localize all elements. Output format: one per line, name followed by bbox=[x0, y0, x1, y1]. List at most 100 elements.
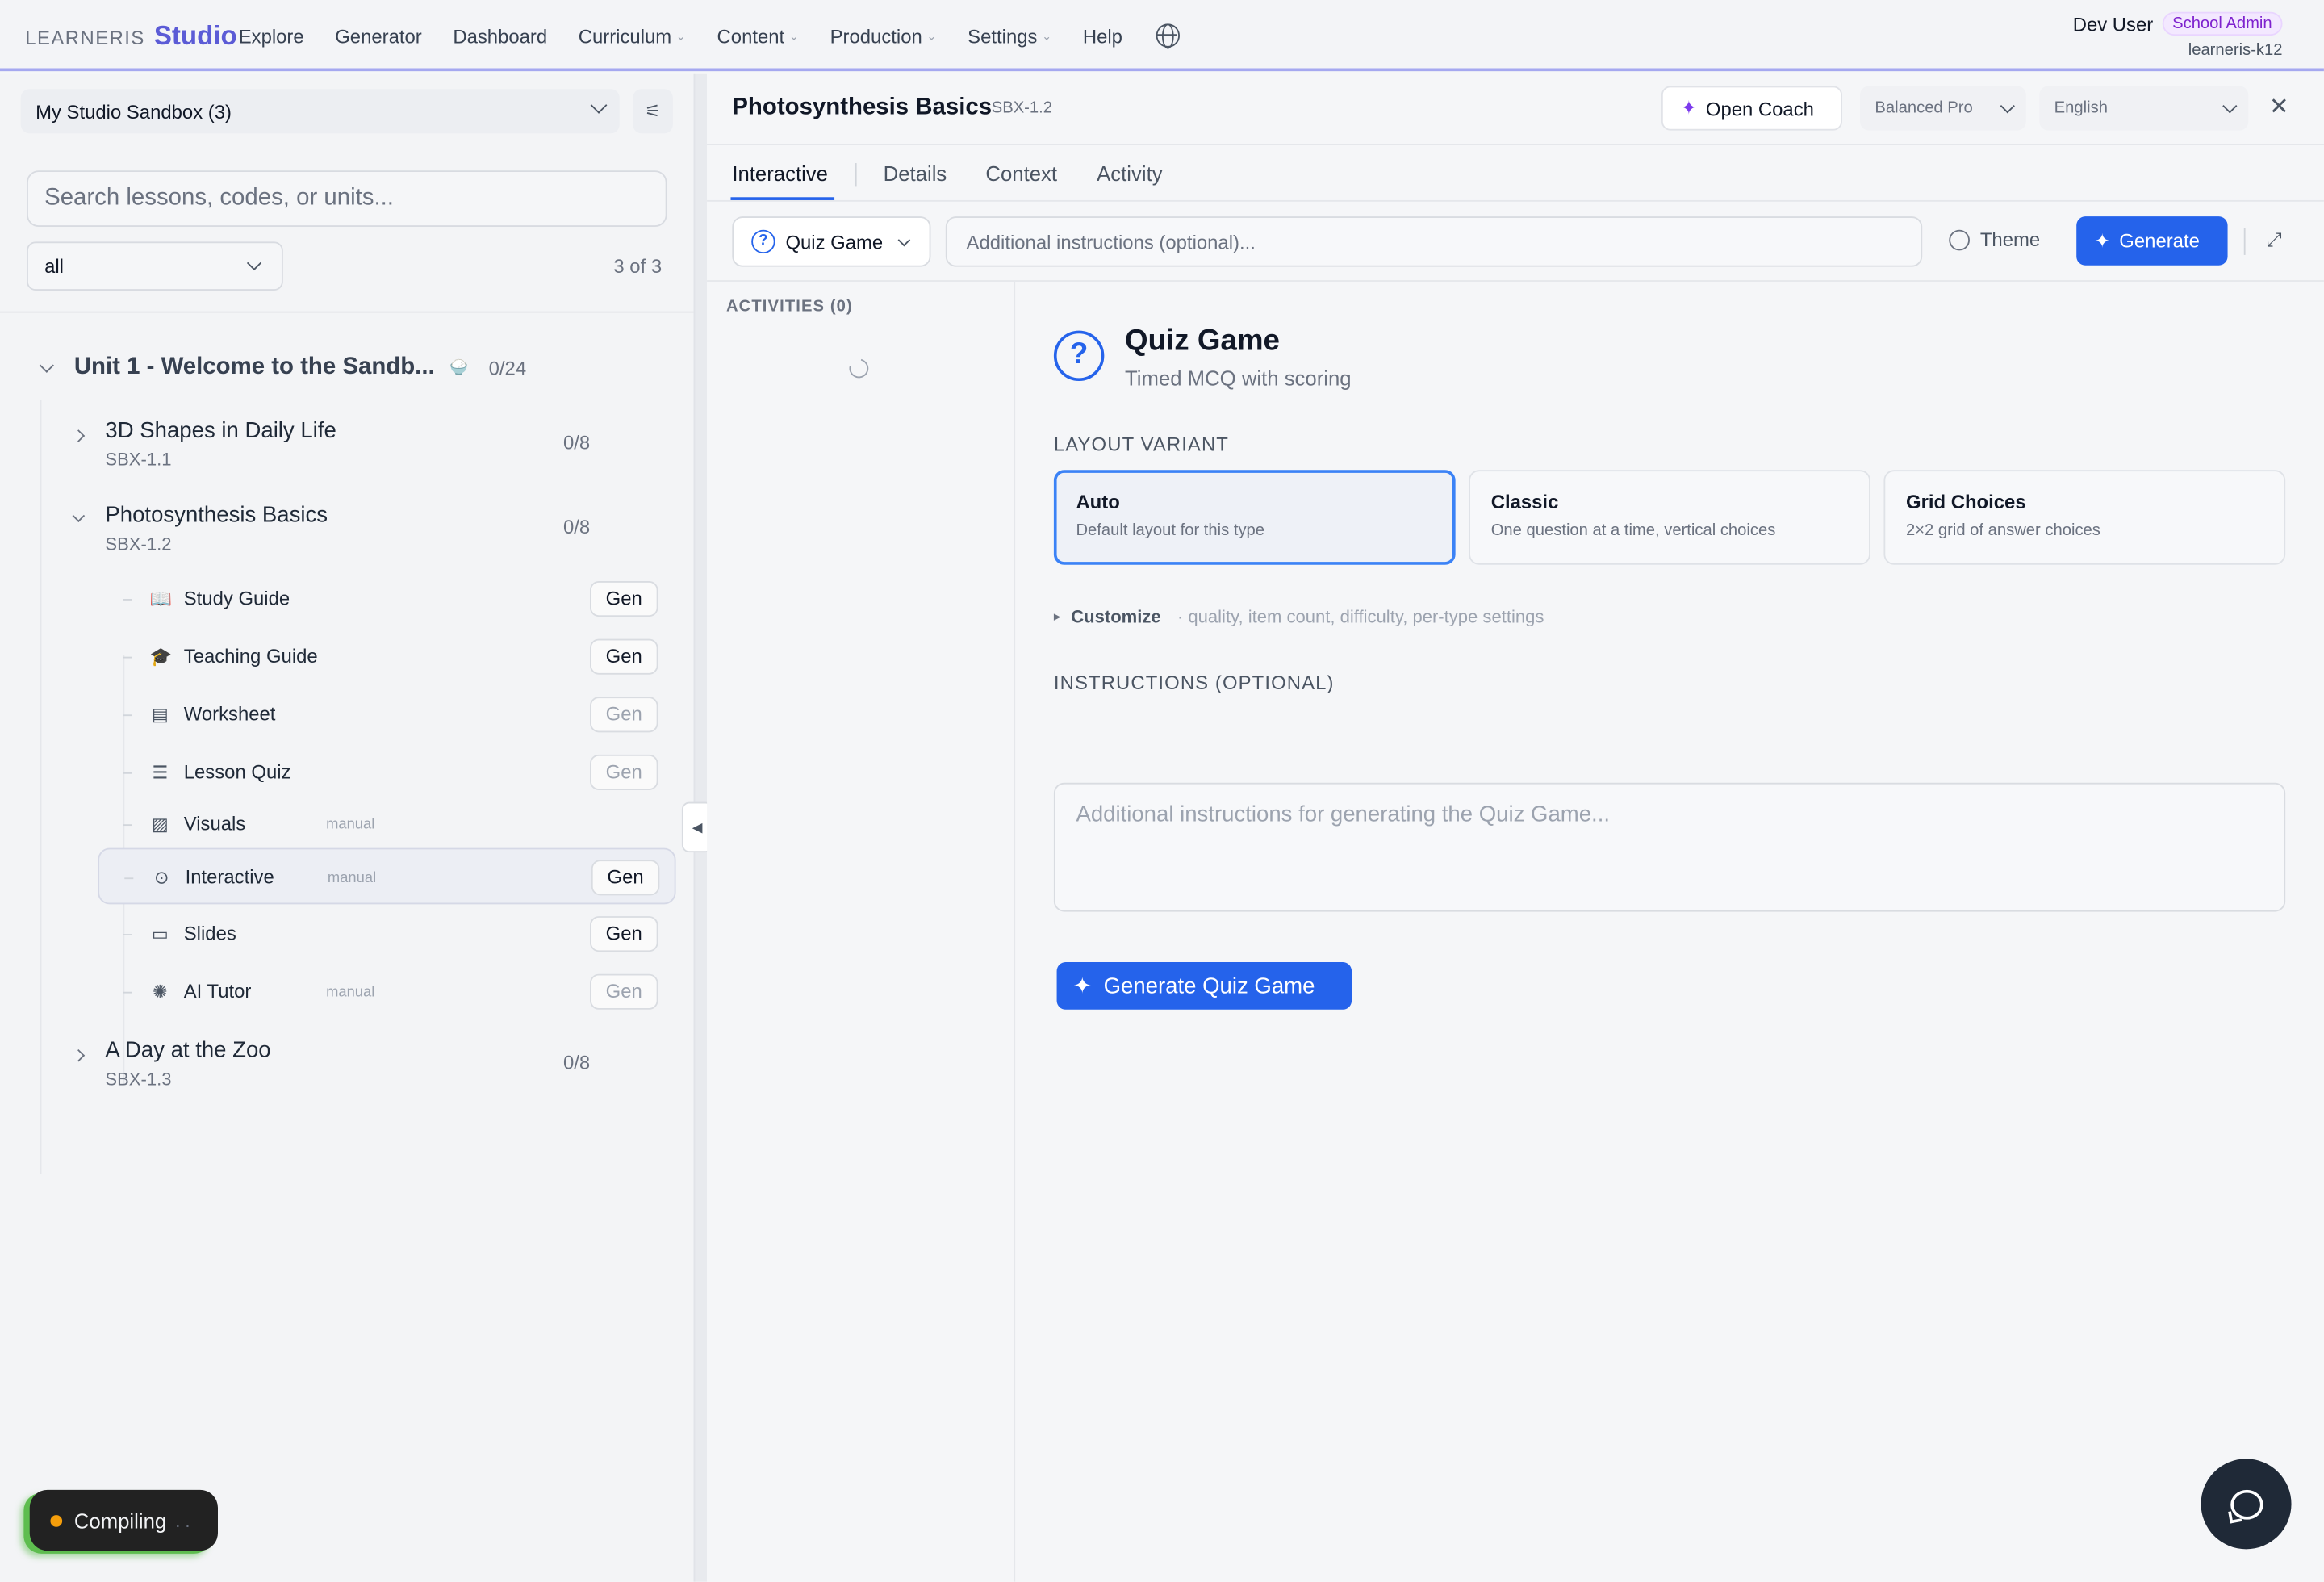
language-select[interactable]: English bbox=[2039, 86, 2249, 131]
open-coach-button[interactable]: ✦ Open Coach bbox=[1661, 86, 1843, 131]
generate-quiz-game-button[interactable]: ✦ Generate Quiz Game bbox=[1056, 962, 1352, 1010]
detail-header: Photosynthesis Basics SBX-1.2 ✦ Open Coa… bbox=[707, 74, 2324, 145]
language-value: English bbox=[2054, 99, 2108, 118]
variant-title: Classic bbox=[1490, 490, 1559, 513]
graduation-cap-icon: 🎓 bbox=[149, 646, 172, 668]
gen-button[interactable]: Gen bbox=[590, 580, 658, 617]
variant-description: 2×2 grid of answer choices bbox=[1905, 521, 2100, 540]
model-select[interactable]: Balanced Pro bbox=[1860, 86, 2026, 131]
lesson-code: SBX-1.2 bbox=[105, 534, 172, 555]
lesson-detail-panel: Photosynthesis Basics SBX-1.2 ✦ Open Coa… bbox=[707, 73, 2324, 1582]
chevron-right-icon[interactable] bbox=[72, 429, 86, 442]
brand-logo[interactable]: LEARNERIS Studio bbox=[25, 21, 236, 52]
tab-interactive[interactable]: Interactive bbox=[732, 161, 828, 185]
tab-details[interactable]: Details bbox=[884, 161, 947, 185]
layout-variant-label: LAYOUT VARIANT bbox=[1053, 433, 1229, 455]
content-item-slides[interactable]: ▭ Slides Gen bbox=[98, 906, 675, 962]
role-badge: School Admin bbox=[2162, 11, 2283, 36]
content-item-visuals[interactable]: ▨ Visuals manual bbox=[98, 796, 675, 852]
content-item-ai-tutor[interactable]: ✺ AI Tutor manual Gen bbox=[98, 964, 675, 1020]
chat-bubble-icon bbox=[2230, 1488, 2263, 1519]
chat-button[interactable] bbox=[2201, 1459, 2292, 1550]
top-nav-bar: LEARNERIS Studio Explore Generator Dashb… bbox=[0, 0, 2324, 72]
lesson-progress: 0/8 bbox=[562, 516, 591, 538]
search-input[interactable] bbox=[27, 170, 667, 228]
variant-grid-choices[interactable]: Grid Choices 2×2 grid of answer choices bbox=[1883, 470, 2286, 565]
theme-label: Theme bbox=[1979, 228, 2041, 251]
nav-production-label: Production bbox=[830, 24, 922, 47]
loading-spinner-icon bbox=[846, 355, 872, 382]
compiling-status[interactable]: Compiling . . bbox=[29, 1489, 218, 1551]
unit-title: Unit 1 - Welcome to the Sandb... bbox=[73, 354, 435, 380]
chevron-down-icon: ⌄ bbox=[788, 28, 800, 43]
nav-help[interactable]: Help bbox=[1083, 24, 1122, 47]
gen-button[interactable]: Gen bbox=[590, 754, 658, 790]
content-item-study-guide[interactable]: 📖 Study Guide Gen bbox=[98, 571, 675, 627]
variant-auto[interactable]: Auto Default layout for this type bbox=[1053, 470, 1456, 565]
manual-tag: manual bbox=[326, 984, 375, 1001]
nav-generator[interactable]: Generator bbox=[335, 24, 422, 47]
question-circle-icon: ? bbox=[751, 229, 775, 254]
customize-toggle[interactable]: ▶ Customize · quality, item count, diffi… bbox=[1054, 606, 1544, 627]
chevron-down-icon: ⌄ bbox=[675, 28, 686, 43]
content-item-label: Interactive bbox=[185, 865, 274, 889]
chevron-down-icon[interactable] bbox=[72, 509, 86, 522]
chevron-down-icon bbox=[590, 97, 608, 114]
variant-description: One question at a time, vertical choices bbox=[1490, 521, 1776, 540]
filter-settings-button[interactable]: ⚟ bbox=[633, 89, 673, 134]
content-item-label: Worksheet bbox=[183, 702, 276, 726]
lesson-code: SBX-1.1 bbox=[105, 449, 172, 471]
nav-settings[interactable]: Settings ⌄ bbox=[968, 24, 1051, 47]
gen-button[interactable]: Gen bbox=[590, 973, 658, 1010]
brain-icon: ✺ bbox=[153, 981, 168, 1002]
chevron-right-icon[interactable] bbox=[72, 1048, 86, 1062]
chevron-down-icon: ⌄ bbox=[926, 28, 937, 43]
additional-instructions-input[interactable] bbox=[945, 216, 1923, 267]
generate-button[interactable]: ✦ Generate bbox=[2076, 216, 2228, 266]
sparkles-icon: ✦ bbox=[2094, 228, 2111, 252]
lesson-title: Photosynthesis Basics bbox=[105, 502, 328, 528]
chevron-down-icon[interactable] bbox=[39, 357, 54, 372]
nav-explore[interactable]: Explore bbox=[239, 24, 304, 47]
gen-button[interactable]: Gen bbox=[591, 860, 660, 896]
nav-content[interactable]: Content ⌄ bbox=[717, 24, 799, 47]
manual-tag: manual bbox=[327, 870, 377, 887]
lesson-title: 3D Shapes in Daily Life bbox=[105, 417, 336, 444]
status-filter-select[interactable]: all bbox=[27, 241, 283, 291]
sandbox-select-label: My Studio Sandbox (3) bbox=[36, 99, 232, 123]
gen-button[interactable]: Gen bbox=[590, 697, 658, 733]
gen-button[interactable]: Gen bbox=[590, 638, 658, 675]
variant-classic[interactable]: Classic One question at a time, vertical… bbox=[1469, 470, 1870, 565]
expand-icon[interactable]: ⤢ bbox=[2266, 228, 2281, 252]
image-icon: ▨ bbox=[151, 814, 169, 835]
content-item-interactive[interactable]: ⊙ Interactive manual Gen bbox=[98, 848, 676, 905]
filter-value: all bbox=[44, 254, 65, 278]
activity-title: Quiz Game bbox=[1125, 324, 1280, 358]
lesson-title: Photosynthesis Basics bbox=[732, 94, 993, 120]
close-icon[interactable]: ✕ bbox=[2269, 92, 2289, 122]
user-menu[interactable]: Dev User School Admin learneris-k12 bbox=[2073, 11, 2283, 59]
lesson-title: A Day at the Zoo bbox=[105, 1037, 271, 1063]
play-circle-icon: ⊙ bbox=[153, 867, 169, 889]
nav-curriculum[interactable]: Curriculum ⌄ bbox=[579, 24, 686, 47]
nav-production[interactable]: Production ⌄ bbox=[830, 24, 937, 47]
lesson-code: SBX-1.2 bbox=[991, 99, 1052, 118]
gen-button[interactable]: Gen bbox=[590, 916, 658, 952]
globe-icon[interactable] bbox=[1156, 23, 1181, 49]
activity-subtitle: Timed MCQ with scoring bbox=[1125, 366, 1352, 391]
sparkles-icon: ✦ bbox=[1680, 96, 1697, 119]
sandbox-select[interactable]: My Studio Sandbox (3) bbox=[20, 89, 620, 134]
nav-dashboard[interactable]: Dashboard bbox=[453, 24, 547, 47]
chevron-down-icon bbox=[897, 233, 911, 247]
unit-row[interactable]: Unit 1 - Welcome to the Sandb... 🍚 0/24 bbox=[39, 353, 663, 383]
content-item-teaching-guide[interactable]: 🎓 Teaching Guide Gen bbox=[98, 629, 675, 685]
theme-button[interactable]: Theme bbox=[1949, 228, 2041, 251]
activity-type-select[interactable]: ? Quiz Game bbox=[732, 216, 931, 267]
tab-activity[interactable]: Activity bbox=[1097, 161, 1162, 185]
result-count: 3 of 3 bbox=[613, 254, 663, 278]
nav-settings-label: Settings bbox=[968, 24, 1038, 47]
instructions-textarea[interactable] bbox=[1053, 782, 2286, 912]
content-item-lesson-quiz[interactable]: ☰ Lesson Quiz Gen bbox=[98, 744, 675, 801]
tab-context[interactable]: Context bbox=[985, 161, 1057, 185]
content-item-worksheet[interactable]: ▤ Worksheet Gen bbox=[98, 686, 675, 743]
